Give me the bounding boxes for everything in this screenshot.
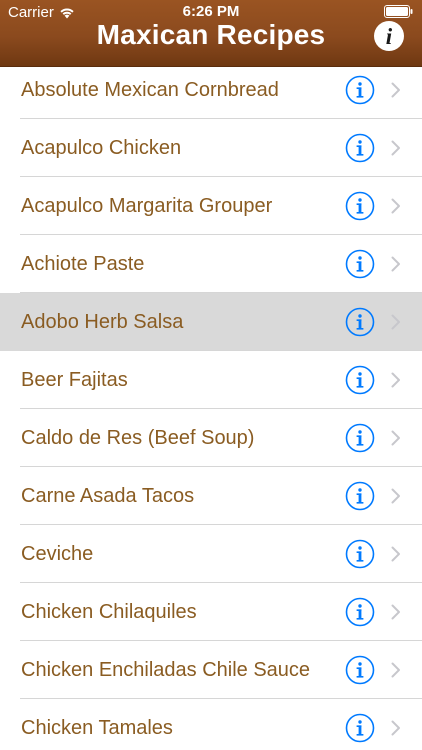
recipe-row[interactable]: Acapulco Margarita Grouper	[0, 177, 422, 235]
recipe-label: Adobo Herb Salsa	[21, 311, 184, 333]
info-circle-icon[interactable]	[345, 365, 375, 395]
chevron-right-icon	[390, 314, 402, 330]
info-circle-icon[interactable]	[345, 249, 375, 279]
chevron-right-icon	[390, 256, 402, 272]
recipe-row[interactable]: Absolute Mexican Cornbread	[0, 61, 422, 119]
recipe-row[interactable]: Achiote Paste	[0, 235, 422, 293]
chevron-right-icon	[390, 546, 402, 562]
chevron-right-icon	[390, 372, 402, 388]
info-circle-icon[interactable]	[345, 481, 375, 511]
info-circle-icon[interactable]	[345, 539, 375, 569]
info-circle-icon[interactable]	[345, 713, 375, 743]
recipe-label: Absolute Mexican Cornbread	[21, 79, 279, 101]
recipe-row[interactable]: Caldo de Res (Beef Soup)	[0, 409, 422, 467]
recipe-row[interactable]: Acapulco Chicken	[0, 119, 422, 177]
info-icon: i	[385, 24, 393, 49]
recipe-label: Chicken Enchiladas Chile Sauce	[21, 659, 311, 681]
app-screen: Carrier 6:26 PM Maxican Recipes i Absolu…	[0, 0, 422, 750]
chevron-right-icon	[390, 430, 402, 446]
recipe-label: Beer Fajitas	[21, 369, 128, 391]
recipe-label: Carne Asada Tacos	[21, 485, 195, 507]
navigation-bar: Carrier 6:26 PM Maxican Recipes i	[0, 0, 422, 66]
recipe-row[interactable]: Ceviche	[0, 525, 422, 583]
battery-icon	[384, 5, 414, 18]
recipe-row[interactable]: Chicken Tamales	[0, 699, 422, 750]
chevron-right-icon	[390, 604, 402, 620]
recipe-label: Acapulco Chicken	[21, 137, 182, 159]
info-circle-icon[interactable]	[345, 75, 375, 105]
recipe-label: Acapulco Margarita Grouper	[21, 195, 273, 217]
chevron-right-icon	[390, 662, 402, 678]
status-time: 6:26 PM	[182, 3, 240, 20]
info-circle-icon[interactable]	[345, 191, 375, 221]
info-circle-icon[interactable]	[345, 307, 375, 337]
info-circle-icon[interactable]	[345, 133, 375, 163]
recipe-label: Chicken Tamales	[21, 717, 173, 739]
chevron-right-icon	[390, 82, 402, 98]
recipe-row[interactable]: Beer Fajitas	[0, 351, 422, 409]
chevron-right-icon	[390, 488, 402, 504]
recipe-label: Caldo de Res (Beef Soup)	[21, 427, 255, 449]
recipe-label: Ceviche	[21, 543, 94, 565]
recipe-label: Achiote Paste	[21, 253, 145, 275]
recipe-row[interactable]: Chicken Chilaquiles	[0, 583, 422, 641]
info-circle-icon[interactable]	[345, 655, 375, 685]
chevron-right-icon	[390, 198, 402, 214]
recipe-row[interactable]: Adobo Herb Salsa	[0, 293, 422, 351]
recipe-row[interactable]: Chicken Enchiladas Chile Sauce	[0, 641, 422, 699]
chevron-right-icon	[390, 720, 402, 736]
recipe-label: Chicken Chilaquiles	[21, 601, 197, 623]
info-circle-icon[interactable]	[345, 423, 375, 453]
info-circle-icon[interactable]	[345, 597, 375, 627]
info-button[interactable]: i	[374, 21, 404, 51]
recipe-row[interactable]: Carne Asada Tacos	[0, 467, 422, 525]
page-title: Maxican Recipes	[96, 19, 326, 50]
recipe-list: Absolute Mexican Cornbread Acapulco Chick…	[0, 61, 422, 750]
chevron-right-icon	[390, 140, 402, 156]
